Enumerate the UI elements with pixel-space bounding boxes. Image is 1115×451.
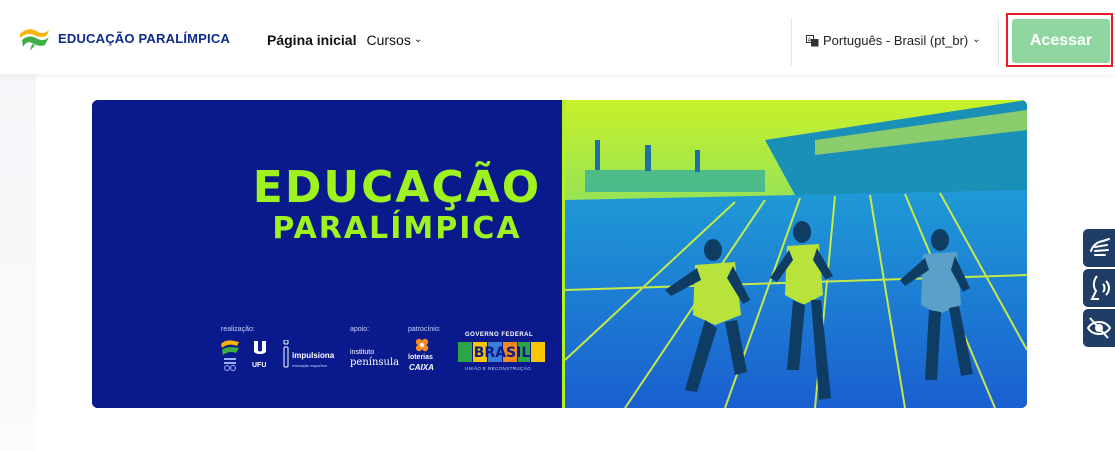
top-navbar: EDUCAÇÃO PARALÍMPICA Página inicial Curs… — [0, 0, 1115, 74]
impulsiona-subtext: educação esportiva — [292, 363, 327, 368]
low-vision-button[interactable] — [1083, 309, 1115, 347]
caixa-text: CAIXA — [409, 363, 434, 372]
sign-language-icon — [1090, 238, 1110, 256]
brasil-subtext: UNIÃO E RECONSTRUÇÃO — [465, 366, 532, 371]
voice-reader-button[interactable] — [1083, 269, 1115, 307]
banner-left-panel: EDUCAÇÃO PARALÍMPICA realização: apoio: … — [92, 100, 562, 408]
main-nav: Página inicial Cursos ⌄ — [267, 32, 422, 48]
accessibility-toolbar — [1083, 229, 1115, 349]
chevron-down-icon: ⌄ — [413, 33, 423, 45]
impulsiona-text: impulsiona — [292, 351, 335, 360]
sign-language-button[interactable] — [1083, 229, 1115, 267]
governo-federal-text: GOVERNO FEDERAL — [465, 332, 534, 338]
language-selector[interactable]: A Português - Brasil (pt_br) ⌄ — [806, 33, 981, 48]
cpb-logo-icon — [221, 340, 239, 371]
paralympic-wave-logo-icon — [20, 29, 49, 51]
peninsula-text: península — [350, 357, 400, 368]
sponsor-label-apoio: apoio: — [350, 326, 370, 333]
nav-courses-dropdown[interactable]: Cursos ⌄ — [366, 32, 422, 48]
chevron-down-icon: ⌄ — [972, 34, 981, 45]
navbar-divider — [791, 18, 792, 66]
translate-icon: A — [806, 34, 819, 46]
impulsiona-logo-icon — [283, 340, 289, 368]
banner-title: EDUCAÇÃO PARALÍMPICA — [242, 164, 552, 246]
brand-name: EDUCAÇÃO PARALÍMPICA — [58, 30, 231, 46]
instituto-text: instituto — [350, 349, 375, 356]
nav-courses-label: Cursos — [366, 32, 411, 48]
banner-title-line2: PARALÍMPICA — [272, 211, 522, 246]
low-vision-icon — [1086, 317, 1112, 339]
voice-reader-icon — [1090, 275, 1110, 300]
sponsor-label-patrocinio: patrocínio: — [408, 326, 441, 333]
brasil-logo-text: BRASIL — [474, 345, 531, 361]
ufu-text: UFU — [252, 362, 267, 369]
brand-home-link[interactable]: EDUCAÇÃO PARALÍMPICA — [18, 24, 230, 52]
svg-text:A: A — [808, 37, 812, 43]
hero-banner: EDUCAÇÃO PARALÍMPICA realização: apoio: … — [92, 100, 1027, 408]
sponsor-label-realizacao: realização: — [221, 326, 255, 333]
nav-home-link[interactable]: Página inicial — [267, 32, 356, 48]
athletes-track-photo — [565, 100, 1027, 408]
navbar-divider — [998, 18, 999, 66]
banner-title-line1: EDUCAÇÃO — [252, 162, 542, 213]
loterias-text: loterias — [408, 354, 433, 361]
login-button[interactable]: Acessar — [1012, 19, 1110, 63]
brasil-logo-icon: BRASIL — [458, 342, 545, 362]
language-selected-value: Português - Brasil (pt_br) — [823, 33, 969, 48]
ufu-logo-icon — [254, 341, 266, 354]
loterias-clover-icon — [415, 338, 429, 352]
